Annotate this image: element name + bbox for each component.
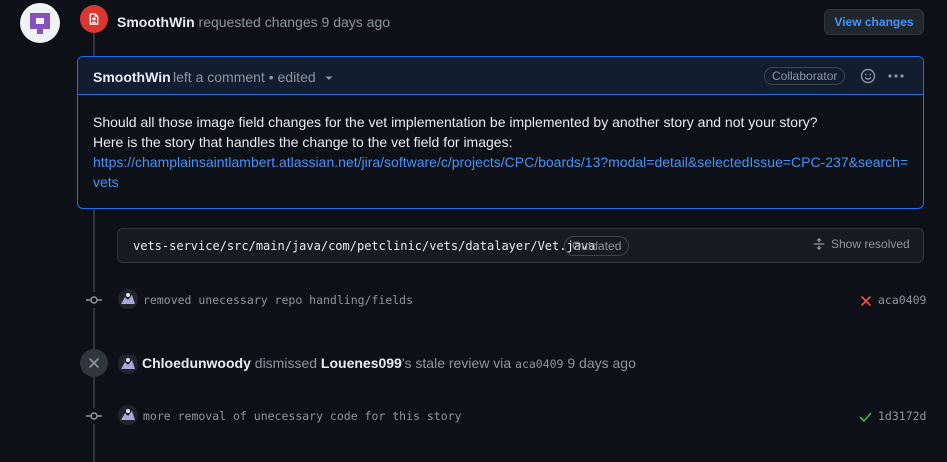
show-resolved-label: Show resolved (831, 237, 910, 251)
dismiss-action: dismissed (254, 355, 318, 371)
user-avatar-icon (118, 289, 138, 309)
dismissal-suffix: 's stale review via (401, 355, 512, 371)
comment-header: SmoothWin left a comment • edited Collab… (78, 57, 923, 95)
review-action: requested changes (198, 14, 318, 30)
changes-requested-badge (80, 5, 108, 33)
commit-node-icon (86, 408, 102, 424)
commit-author-avatar[interactable] (118, 289, 138, 309)
commit-sha-link[interactable]: aca0409 (878, 293, 926, 307)
jira-link[interactable]: https://champlainsaintlambert.atlassian.… (93, 152, 913, 192)
dismissal-event: Chloedunwoody dismissed Louenes099's sta… (142, 355, 636, 371)
purple-pixel-avatar-icon (30, 13, 50, 34)
review-comment: SmoothWin left a comment • edited Collab… (77, 56, 924, 209)
user-avatar-icon (118, 354, 138, 374)
dismissal-commit-link[interactable]: aca0409 (515, 357, 563, 371)
show-resolved-button[interactable]: Show resolved (812, 237, 910, 251)
collaborator-badge: Collaborator (764, 67, 846, 85)
review-time[interactable]: 9 days ago (322, 14, 391, 30)
commit-author-avatar[interactable] (118, 405, 138, 425)
x-icon (89, 358, 99, 368)
ci-success-check-icon[interactable] (859, 410, 872, 426)
comment-text-line-1: Should all those image field changes for… (93, 114, 818, 130)
file-diff-icon (89, 13, 99, 25)
unfold-icon (813, 237, 825, 251)
ci-failed-icon[interactable] (860, 294, 872, 310)
outdated-badge: Outdated (564, 236, 630, 256)
view-changes-button[interactable]: View changes (824, 9, 924, 35)
review-header: SmoothWin requested changes 9 days ago (117, 14, 390, 30)
dismissal-time[interactable]: 9 days ago (567, 355, 636, 371)
reviewer-avatar[interactable] (20, 3, 60, 43)
user-avatar-icon (118, 405, 138, 425)
actor-link[interactable]: Chloedunwoody (142, 355, 251, 371)
commit-sha-link[interactable]: 1d3172d (878, 409, 926, 423)
dismissed-review-badge (80, 349, 108, 377)
file-path[interactable]: vets-service/src/main/java/com/petclinic… (133, 239, 595, 253)
comment-author-link[interactable]: SmoothWin (93, 69, 171, 85)
actor-avatar[interactable] (118, 354, 138, 374)
review-author-link[interactable]: SmoothWin (117, 14, 195, 30)
comment-meta-text: left a comment • edited (173, 69, 316, 85)
chevron-down-icon (325, 76, 333, 81)
outdated-file-thread[interactable]: vets-service/src/main/java/com/petclinic… (117, 228, 924, 263)
comment-text-line-2: Here is the story that handles the chang… (93, 134, 513, 150)
comment-meta[interactable]: left a comment • edited (173, 69, 334, 85)
commit-message-link[interactable]: removed unecessary repo handling/fields (143, 293, 413, 307)
dismissed-user-link[interactable]: Louenes099 (321, 355, 402, 371)
comment-body: Should all those image field changes for… (93, 112, 913, 192)
smiley-icon[interactable] (860, 68, 876, 84)
commit-node-icon (86, 292, 102, 308)
commit-message-link[interactable]: more removal of unecessary code for this… (143, 409, 462, 423)
kebab-menu-icon[interactable] (887, 68, 905, 84)
